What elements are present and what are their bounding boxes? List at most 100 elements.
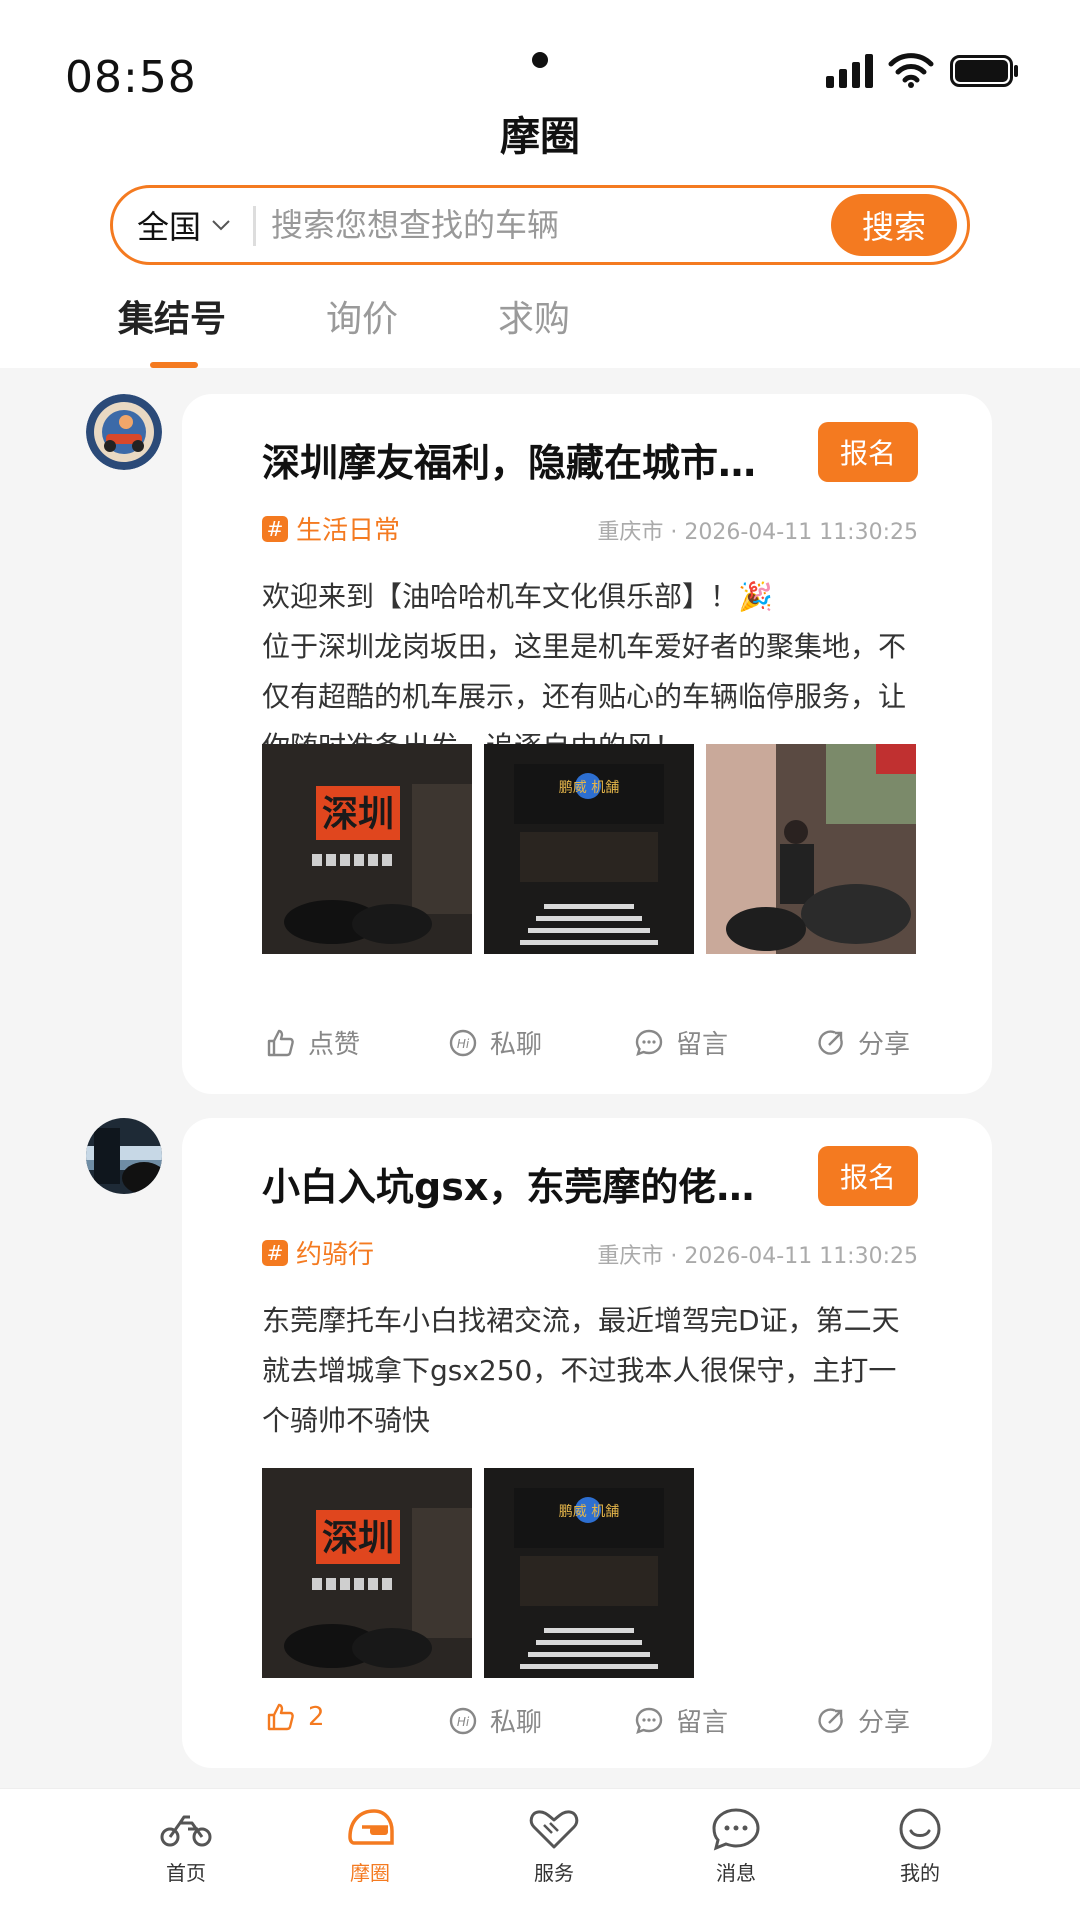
comment-icon	[635, 1029, 663, 1056]
nav-label: 服务	[534, 1861, 574, 1885]
hashtag-icon: #	[262, 1239, 288, 1266]
post-body-line: 欢迎来到【油哈哈机车文化俱乐部】！🎉	[262, 580, 773, 613]
post-datetime: 2026-04-11 11:30:25	[684, 520, 918, 545]
private-chat-button[interactable]: Hi 私聊	[448, 1702, 542, 1739]
post-meta: 重庆市 · 2026-04-11 11:30:25	[597, 514, 918, 546]
nav-home[interactable]: 首页	[126, 1807, 246, 1886]
private-chat-button[interactable]: Hi 私聊	[448, 1024, 542, 1061]
nav-messages[interactable]: 消息	[676, 1807, 796, 1886]
share-label: 分享	[858, 1030, 911, 1060]
share-button[interactable]: 分享	[816, 1702, 910, 1739]
share-button[interactable]: 分享	[816, 1024, 910, 1061]
post-image[interactable]: 鹏威 机舗	[484, 1468, 694, 1678]
post-title: 深圳摩友福利，隐藏在城市角...	[262, 441, 792, 485]
signup-button[interactable]: 报名	[818, 422, 918, 482]
feed: 深圳摩友福利，隐藏在城市角... 报名 # 生活日常 重庆市 · 2026-04…	[0, 368, 1080, 1788]
meta-separator: ·	[670, 520, 685, 545]
post-images: 深圳 鹏威 机舗	[262, 744, 916, 954]
comment-label: 留言	[676, 1708, 729, 1738]
post-image[interactable]	[706, 744, 916, 954]
tab-bar: 集结号 询价 求购	[0, 290, 1080, 370]
heart-handshake-icon	[529, 1810, 579, 1849]
search-divider	[253, 206, 256, 246]
hi-chat-icon: Hi	[449, 1029, 477, 1056]
page-title: 摩圈	[500, 114, 580, 160]
tab-rally[interactable]: 集结号	[118, 290, 226, 342]
tag-label: 约骑行	[296, 1240, 375, 1270]
post-body: 欢迎来到【油哈哈机车文化俱乐部】！🎉 位于深圳龙岗坂田，这里是机车爱好者的聚集地…	[262, 572, 918, 772]
comment-button[interactable]: 留言	[634, 1702, 728, 1739]
nav-mocircle[interactable]: 摩圈	[310, 1807, 430, 1886]
search-bar: 全国 搜索	[110, 185, 970, 265]
tab-inquiry[interactable]: 询价	[326, 290, 398, 342]
signal-icon	[826, 54, 873, 88]
status-time: 08:58	[65, 52, 197, 103]
svg-text:Hi: Hi	[457, 1037, 470, 1051]
post-location: 重庆市	[597, 1244, 664, 1269]
bottom-nav: 首页 摩圈 服务 消息 我的	[0, 1788, 1080, 1920]
avatar[interactable]	[86, 1118, 162, 1194]
status-bar: 08:58	[0, 0, 1080, 120]
nav-service[interactable]: 服务	[494, 1807, 614, 1886]
post-actions: 点赞 Hi 私聊 留言 分享	[262, 1024, 918, 1064]
wifi-icon	[888, 53, 934, 88]
post-datetime: 2026-04-11 11:30:25	[684, 1244, 918, 1269]
search-button[interactable]: 搜索	[831, 194, 957, 256]
thumbs-up-icon	[267, 1703, 294, 1731]
chevron-down-icon	[212, 220, 230, 231]
image-sign-text: 深圳	[322, 794, 394, 835]
share-label: 分享	[858, 1708, 911, 1738]
chat-label: 私聊	[490, 1708, 543, 1738]
post-image[interactable]: 鹏威 机舗	[484, 744, 694, 954]
post-card-body[interactable]: 深圳摩友福利，隐藏在城市角... 报名 # 生活日常 重庆市 · 2026-04…	[182, 394, 992, 1094]
share-icon	[818, 1707, 843, 1733]
share-icon	[818, 1029, 843, 1055]
post-card: 小白入坑gsx，东莞摩的佬交流 报名 # 约骑行 重庆市 · 2026-04-1…	[0, 1118, 1080, 1778]
region-label: 全国	[137, 208, 202, 246]
hi-chat-icon: Hi	[449, 1707, 477, 1734]
meta-separator: ·	[670, 1244, 685, 1269]
post-actions: 2 Hi 私聊 留言 分享	[262, 1702, 918, 1742]
post-images: 深圳 鹏威 机舗	[262, 1468, 694, 1678]
post-card-body[interactable]: 小白入坑gsx，东莞摩的佬交流 报名 # 约骑行 重庆市 · 2026-04-1…	[182, 1118, 992, 1768]
image-sign-text: 鹏威 机舗	[559, 1504, 619, 1520]
nav-profile[interactable]: 我的	[860, 1807, 980, 1886]
smile-icon	[899, 1808, 941, 1850]
post-location: 重庆市	[597, 520, 664, 545]
nav-label: 消息	[716, 1861, 756, 1885]
comment-icon	[635, 1707, 663, 1734]
region-select[interactable]: 全国	[137, 188, 231, 262]
helmet-icon	[348, 1809, 394, 1845]
motorcycle-icon	[160, 1815, 212, 1847]
chat-bubble-icon	[712, 1808, 760, 1851]
post-body: 东莞摩托车小白找裙交流，最近增驾完D证，第二天就去增城拿下gsx250，不过我本…	[262, 1304, 900, 1437]
battery-icon	[950, 55, 1018, 87]
tab-wanted[interactable]: 求购	[498, 290, 570, 342]
avatar[interactable]	[86, 394, 162, 470]
svg-text:Hi: Hi	[457, 1715, 470, 1729]
chat-label: 私聊	[490, 1030, 543, 1060]
post-image[interactable]: 深圳	[262, 744, 472, 954]
like-button[interactable]: 2	[266, 1702, 325, 1732]
image-sign-text: 深圳	[322, 1518, 394, 1559]
post-tag[interactable]: # 约骑行	[262, 1234, 374, 1271]
nav-label: 我的	[900, 1861, 940, 1885]
post-image[interactable]: 深圳	[262, 1468, 472, 1678]
hashtag-icon: #	[262, 515, 288, 542]
post-meta: 重庆市 · 2026-04-11 11:30:25	[597, 1238, 918, 1270]
post-title: 小白入坑gsx，东莞摩的佬交流	[262, 1165, 792, 1209]
comment-label: 留言	[676, 1030, 729, 1060]
nav-label: 首页	[166, 1861, 206, 1885]
image-sign-text: 鹏威 机舗	[559, 780, 619, 796]
search-input[interactable]	[271, 196, 771, 254]
signup-button[interactable]: 报名	[818, 1146, 918, 1206]
like-count: 2	[308, 1702, 325, 1732]
comment-button[interactable]: 留言	[634, 1024, 728, 1061]
post-card: 深圳摩友福利，隐藏在城市角... 报名 # 生活日常 重庆市 · 2026-04…	[0, 394, 1080, 1094]
camera-dot	[532, 52, 548, 68]
like-label: 点赞	[308, 1030, 361, 1060]
post-tag[interactable]: # 生活日常	[262, 510, 400, 547]
thumbs-up-icon	[267, 1029, 294, 1056]
like-button[interactable]: 点赞	[266, 1024, 360, 1061]
tag-label: 生活日常	[296, 516, 401, 546]
